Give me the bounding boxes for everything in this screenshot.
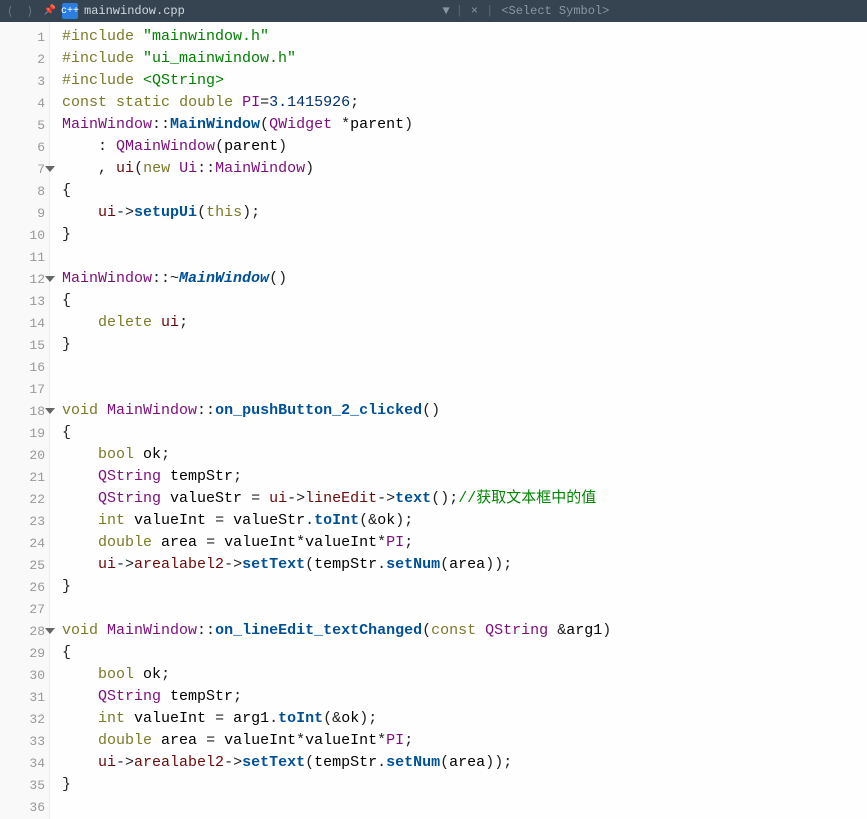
code-line[interactable]: , ui(new Ui::MainWindow) xyxy=(62,158,867,180)
line-number: 4 xyxy=(0,92,49,114)
code-line[interactable]: #include <QString> xyxy=(62,70,867,92)
code-line[interactable]: double area = valueInt*valueInt*PI; xyxy=(62,730,867,752)
code-line[interactable]: ui->arealabel2->setText(tempStr.setNum(a… xyxy=(62,752,867,774)
code-line[interactable]: { xyxy=(62,290,867,312)
code-area[interactable]: #include "mainwindow.h"#include "ui_main… xyxy=(50,22,867,819)
line-number-gutter: 1234567891011121314151617181920212223242… xyxy=(0,22,50,819)
line-number: 35 xyxy=(0,774,49,796)
code-line[interactable]: QString tempStr; xyxy=(62,466,867,488)
line-number: 24 xyxy=(0,532,49,554)
code-line[interactable]: } xyxy=(62,576,867,598)
line-number: 34 xyxy=(0,752,49,774)
line-number: 14 xyxy=(0,312,49,334)
code-line[interactable] xyxy=(62,356,867,378)
code-line[interactable]: ui->arealabel2->setText(tempStr.setNum(a… xyxy=(62,554,867,576)
symbol-selector[interactable]: <Select Symbol> xyxy=(501,4,609,18)
line-number: 29 xyxy=(0,642,49,664)
code-line[interactable]: : QMainWindow(parent) xyxy=(62,136,867,158)
code-line[interactable]: MainWindow::~MainWindow() xyxy=(62,268,867,290)
file-type-icon: c++ xyxy=(62,3,78,19)
line-number: 16 xyxy=(0,356,49,378)
code-line[interactable]: } xyxy=(62,334,867,356)
line-number: 18 xyxy=(0,400,49,422)
code-line[interactable]: } xyxy=(62,774,867,796)
line-number: 5 xyxy=(0,114,49,136)
line-number: 30 xyxy=(0,664,49,686)
line-number: 1 xyxy=(0,26,49,48)
nav-back-icon[interactable]: ⟨ xyxy=(0,4,20,19)
divider-icon: | xyxy=(486,4,493,18)
filename-label[interactable]: mainwindow.cpp xyxy=(84,4,185,18)
line-number: 33 xyxy=(0,730,49,752)
line-number: 2 xyxy=(0,48,49,70)
line-number: 27 xyxy=(0,598,49,620)
code-line[interactable]: #include "mainwindow.h" xyxy=(62,26,867,48)
fold-icon[interactable] xyxy=(45,628,55,634)
code-line[interactable]: double area = valueInt*valueInt*PI; xyxy=(62,532,867,554)
line-number: 6 xyxy=(0,136,49,158)
pin-icon[interactable]: 📌 xyxy=(40,5,60,17)
line-number: 32 xyxy=(0,708,49,730)
line-number: 12 xyxy=(0,268,49,290)
code-line[interactable]: #include "ui_mainwindow.h" xyxy=(62,48,867,70)
line-number: 23 xyxy=(0,510,49,532)
code-line[interactable]: void MainWindow::on_lineEdit_textChanged… xyxy=(62,620,867,642)
fold-icon[interactable] xyxy=(45,408,55,414)
line-number: 9 xyxy=(0,202,49,224)
code-line[interactable]: int valueInt = valueStr.toInt(&ok); xyxy=(62,510,867,532)
code-line[interactable]: { xyxy=(62,422,867,444)
line-number: 20 xyxy=(0,444,49,466)
line-number: 25 xyxy=(0,554,49,576)
code-line[interactable]: MainWindow::MainWindow(QWidget *parent) xyxy=(62,114,867,136)
code-line[interactable] xyxy=(62,598,867,620)
code-line[interactable]: bool ok; xyxy=(62,444,867,466)
code-line[interactable]: void MainWindow::on_pushButton_2_clicked… xyxy=(62,400,867,422)
code-line[interactable]: QString valueStr = ui->lineEdit->text();… xyxy=(62,488,867,510)
code-line[interactable]: const static double PI=3.1415926; xyxy=(62,92,867,114)
line-number: 22 xyxy=(0,488,49,510)
close-icon[interactable]: × xyxy=(471,4,478,18)
line-number: 15 xyxy=(0,334,49,356)
editor-pane: 1234567891011121314151617181920212223242… xyxy=(0,22,867,819)
code-line[interactable]: } xyxy=(62,224,867,246)
fold-icon[interactable] xyxy=(45,166,55,172)
line-number: 28 xyxy=(0,620,49,642)
divider-icon: | xyxy=(456,4,463,18)
line-number: 36 xyxy=(0,796,49,818)
line-number: 10 xyxy=(0,224,49,246)
editor-topbar: ⟨ ⟩ 📌 c++ mainwindow.cpp ▼ | × | <Select… xyxy=(0,0,867,22)
line-number: 8 xyxy=(0,180,49,202)
line-number: 19 xyxy=(0,422,49,444)
file-dropdown-icon[interactable]: ▼ xyxy=(443,4,450,18)
line-number: 3 xyxy=(0,70,49,92)
code-line[interactable]: { xyxy=(62,642,867,664)
line-number: 21 xyxy=(0,466,49,488)
line-number: 11 xyxy=(0,246,49,268)
line-number: 7 xyxy=(0,158,49,180)
code-line[interactable]: delete ui; xyxy=(62,312,867,334)
code-line[interactable] xyxy=(62,246,867,268)
code-line[interactable]: ui->setupUi(this); xyxy=(62,202,867,224)
nav-forward-icon[interactable]: ⟩ xyxy=(20,4,40,19)
line-number: 26 xyxy=(0,576,49,598)
fold-icon[interactable] xyxy=(45,276,55,282)
code-line[interactable] xyxy=(62,796,867,818)
code-line[interactable]: QString tempStr; xyxy=(62,686,867,708)
code-line[interactable]: int valueInt = arg1.toInt(&ok); xyxy=(62,708,867,730)
line-number: 31 xyxy=(0,686,49,708)
line-number: 13 xyxy=(0,290,49,312)
code-line[interactable]: bool ok; xyxy=(62,664,867,686)
code-line[interactable] xyxy=(62,378,867,400)
code-line[interactable]: { xyxy=(62,180,867,202)
line-number: 17 xyxy=(0,378,49,400)
